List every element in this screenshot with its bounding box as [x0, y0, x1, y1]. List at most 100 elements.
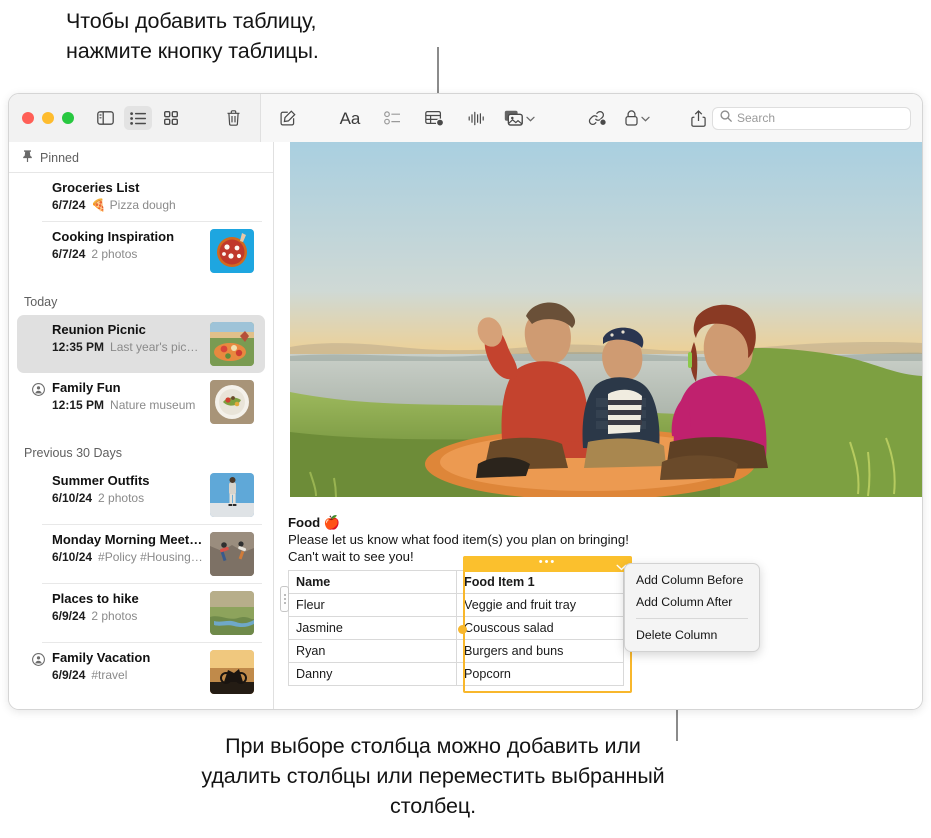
table-cell-name[interactable]: Jasmine	[289, 617, 457, 640]
table-row-handle[interactable]	[280, 586, 289, 612]
sidebar-note-cooking-inspiration[interactable]: Cooking Inspiration 6/7/24 2 photos	[17, 222, 265, 280]
sidebar-section-label: Previous 30 Days	[24, 446, 122, 460]
food-table[interactable]: Name Food Item 1 Fleur Veggie and fruit …	[288, 570, 624, 686]
notes-app-window: Aa	[8, 93, 923, 710]
link-icon[interactable]	[583, 106, 611, 130]
table-cell-food[interactable]: Burgers and buns	[457, 640, 624, 663]
format-text-icon[interactable]: Aa	[336, 106, 364, 130]
table-row[interactable]: Jasmine Couscous salad	[289, 617, 624, 640]
toolbar-left-section	[9, 94, 261, 142]
sidebar-note-family-vacation[interactable]: Family Vacation 6/9/24 #travel	[17, 643, 265, 701]
note-thumbnail	[210, 591, 254, 635]
format-label: Aa	[340, 110, 361, 127]
note-date: 6/7/24	[52, 246, 85, 262]
note-thumbnail	[210, 473, 254, 517]
lock-icon[interactable]	[625, 106, 650, 130]
note-snippet: #travel	[91, 667, 127, 683]
checklist-icon[interactable]	[378, 106, 406, 130]
note-snippet: #Policy #Housing…	[98, 549, 203, 565]
grid-view-icon[interactable]	[157, 106, 185, 130]
table-cell-food[interactable]: Popcorn	[457, 663, 624, 686]
note-date: 6/9/24	[52, 667, 85, 683]
table-header-food-item-1[interactable]: Food Item 1	[457, 571, 624, 594]
table-row[interactable]: Fleur Veggie and fruit tray	[289, 594, 624, 617]
notes-sidebar[interactable]: Pinned Groceries List 6/7/24 🍕 Pizza dou…	[9, 142, 274, 709]
note-snippet: 2 photos	[91, 246, 137, 262]
note-date: 6/7/24	[52, 197, 85, 213]
table-row[interactable]: Ryan Burgers and buns	[289, 640, 624, 663]
note-paragraph-line-1: Please let us know what food item(s) you…	[288, 531, 908, 548]
chevron-down-icon-media[interactable]	[526, 109, 535, 127]
sidebar-section-header-pinned: Pinned	[9, 142, 273, 173]
list-view-icon[interactable]	[124, 106, 152, 130]
note-title: Cooking Inspiration	[52, 229, 204, 245]
sidebar-toggle-icon[interactable]	[91, 106, 119, 130]
chevron-down-icon-lock[interactable]	[641, 109, 650, 127]
audio-recording-icon[interactable]	[462, 106, 490, 130]
note-snippet: 2 photos	[98, 490, 144, 506]
table-cell-food[interactable]: Veggie and fruit tray	[457, 594, 624, 617]
note-thumbnail	[210, 650, 254, 694]
sidebar-section-label: Today	[24, 295, 57, 309]
menu-item-delete-column[interactable]: Delete Column	[625, 624, 759, 646]
sidebar-note-reunion-picnic[interactable]: Reunion Picnic 12:35 PM Last year's pics…	[17, 315, 265, 373]
sidebar-section-header-today: Today	[9, 289, 273, 315]
table-row[interactable]: Danny Popcorn	[289, 663, 624, 686]
note-thumbnail	[210, 322, 254, 366]
menu-item-add-column-before[interactable]: Add Column Before	[625, 569, 759, 591]
note-title: Family Fun	[52, 380, 204, 396]
sidebar-note-groceries-list[interactable]: Groceries List 6/7/24 🍕 Pizza dough	[17, 173, 265, 221]
table-cell-food[interactable]: Couscous salad	[457, 617, 624, 640]
note-snippet: Nature museum	[110, 397, 195, 413]
note-content-pane[interactable]: Food 🍎 Please let us know what food item…	[274, 142, 922, 709]
menu-item-add-column-after[interactable]: Add Column After	[625, 591, 759, 613]
sidebar-note-summer-outfits[interactable]: Summer Outfits 6/10/24 2 photos	[17, 466, 265, 524]
table-cell-name[interactable]: Danny	[289, 663, 457, 686]
note-date: 6/9/24	[52, 608, 85, 624]
search-input[interactable]	[737, 111, 903, 125]
share-icon[interactable]	[684, 106, 712, 130]
window-controls	[22, 112, 74, 124]
table-cell-name[interactable]: Fleur	[289, 594, 457, 617]
delete-note-icon[interactable]	[219, 106, 247, 130]
minimize-window-button[interactable]	[42, 112, 54, 124]
column-selection-bar[interactable]: •••	[463, 556, 632, 572]
sidebar-section-label: Pinned	[40, 151, 79, 165]
media-icon[interactable]	[504, 106, 535, 130]
search-field[interactable]	[712, 107, 911, 130]
pin-icon	[22, 150, 33, 165]
note-date: 6/10/24	[52, 490, 92, 506]
note-date: 12:15 PM	[52, 397, 104, 413]
note-snippet: Last year's pics 📸	[110, 339, 204, 355]
sidebar-section-header-previous-30-days: Previous 30 Days	[9, 440, 273, 466]
note-section-heading: Food 🍎	[288, 514, 908, 531]
note-hero-image	[290, 142, 922, 497]
table-icon[interactable]	[420, 106, 448, 130]
note-title: Summer Outfits	[52, 473, 204, 489]
sidebar-note-family-fun[interactable]: Family Fun 12:15 PM Nature museum	[17, 373, 265, 431]
note-snippet: 🍕 Pizza dough	[91, 197, 175, 213]
note-date: 12:35 PM	[52, 339, 104, 355]
toolbar-right-section: Aa	[261, 94, 922, 142]
note-title: Reunion Picnic	[52, 322, 204, 338]
shared-note-icon	[32, 383, 46, 401]
column-context-menu[interactable]: Add Column Before Add Column After Delet…	[624, 563, 760, 652]
toolbar: Aa	[9, 94, 922, 142]
search-icon	[720, 109, 732, 127]
maximize-window-button[interactable]	[62, 112, 74, 124]
table-cell-name[interactable]: Ryan	[289, 640, 457, 663]
sidebar-note-places-to-hike[interactable]: Places to hike 6/9/24 2 photos	[17, 584, 265, 642]
note-title: Places to hike	[52, 591, 204, 607]
callout-text-top: Чтобы добавить таблицу, нажмите кнопку т…	[66, 6, 319, 66]
close-window-button[interactable]	[22, 112, 34, 124]
sidebar-note-monday-morning-meeting[interactable]: Monday Morning Meeting 6/10/24 #Policy #…	[17, 525, 265, 583]
note-title: Monday Morning Meeting	[52, 532, 204, 548]
column-drag-handle[interactable]: •••	[539, 557, 557, 568]
callout-text-bottom: При выборе столбца можно добавить или уд…	[186, 731, 680, 821]
table-header-name[interactable]: Name	[289, 571, 457, 594]
note-table-container[interactable]: Name Food Item 1 Fleur Veggie and fruit …	[288, 570, 624, 686]
column-move-handle-dot[interactable]	[458, 625, 467, 634]
menu-separator	[636, 618, 748, 619]
compose-note-icon[interactable]	[274, 106, 302, 130]
note-title: Family Vacation	[52, 650, 204, 666]
